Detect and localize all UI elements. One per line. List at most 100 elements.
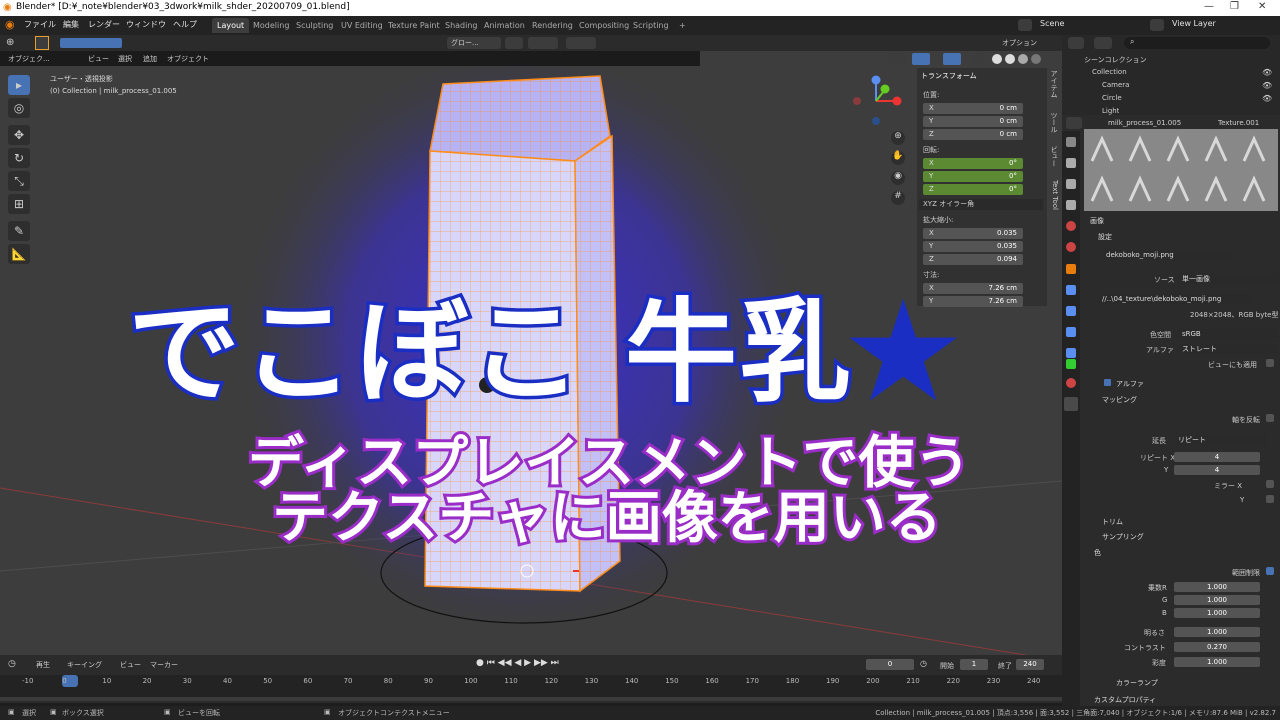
- gizmo-toggle-icon[interactable]: [912, 53, 930, 65]
- image-filepath-input[interactable]: //..\04_texture\dekoboko_moji.png: [1098, 294, 1252, 304]
- orientation-dropdown[interactable]: グロー...: [447, 37, 501, 49]
- visibility-eye-icon[interactable]: 👁: [1262, 68, 1272, 77]
- outliner-editor-icon[interactable]: [1068, 37, 1084, 49]
- scale-y-field[interactable]: Y 0.035: [923, 241, 1023, 252]
- menu-edit[interactable]: 編集: [63, 19, 79, 30]
- alpha-section[interactable]: アルファ: [1116, 379, 1144, 389]
- texture-name[interactable]: Texture.001: [1218, 119, 1259, 127]
- repeat-y-field[interactable]: 4: [1174, 465, 1260, 475]
- view-as-render-checkbox[interactable]: [1266, 359, 1274, 367]
- location-y-field[interactable]: Y0 cm: [923, 116, 1023, 127]
- menu-help[interactable]: ヘルプ: [173, 19, 197, 30]
- menu-keying[interactable]: キーイング: [67, 660, 102, 670]
- close-button[interactable]: ✕: [1258, 1, 1266, 12]
- object-name[interactable]: milk_process_01.005: [1108, 119, 1181, 127]
- blender-menu-icon[interactable]: ◉: [5, 18, 15, 31]
- tab-compositing[interactable]: Compositing: [574, 18, 634, 33]
- location-z-field[interactable]: Z0 cm: [923, 129, 1023, 140]
- transform-section-title[interactable]: トランスフォーム: [921, 71, 977, 81]
- camera-view-icon[interactable]: ◉: [891, 171, 905, 185]
- view-layer-tab-icon[interactable]: [1066, 200, 1076, 210]
- timeline-editor-icon[interactable]: ◷: [8, 659, 16, 669]
- clamp-checkbox[interactable]: [1266, 567, 1274, 575]
- clock-icon[interactable]: ◷: [920, 659, 927, 668]
- saturation-field[interactable]: 1.000: [1174, 657, 1260, 667]
- annotate-tool[interactable]: ✎: [8, 221, 30, 241]
- tab-uv-editing[interactable]: UV Editing: [336, 18, 388, 33]
- modifiers-tab-icon[interactable]: [1066, 285, 1076, 295]
- rotation-z-field[interactable]: Z 0°: [923, 184, 1023, 195]
- object-tab-icon[interactable]: [1066, 264, 1076, 274]
- rendered-shading-icon[interactable]: [1031, 54, 1041, 64]
- crop-section[interactable]: トリム: [1102, 517, 1123, 527]
- rotation-mode-dropdown[interactable]: XYZ オイラー角: [919, 199, 1043, 210]
- rotate-tool[interactable]: ↻: [8, 148, 30, 168]
- pan-hand-icon[interactable]: ✋: [891, 151, 905, 165]
- view-layer-name[interactable]: View Layer: [1172, 19, 1216, 28]
- menu-window[interactable]: ウィンドウ: [126, 19, 166, 30]
- menu-marker[interactable]: マーカー: [150, 660, 178, 670]
- contrast-field[interactable]: 0.270: [1174, 642, 1260, 652]
- brightness-field[interactable]: 1.000: [1174, 627, 1260, 637]
- rotation-y-field[interactable]: Y 0°: [923, 171, 1023, 182]
- world-tab-icon[interactable]: [1066, 242, 1076, 252]
- outliner-search-icon[interactable]: ⌕: [1124, 37, 1270, 49]
- scene-icon[interactable]: [1018, 19, 1032, 31]
- start-frame-field[interactable]: 1: [960, 659, 988, 670]
- mode-dropdown[interactable]: オブジェク...: [8, 54, 50, 64]
- repeat-x-field[interactable]: 4: [1174, 452, 1260, 462]
- view-layer-icon[interactable]: [1150, 19, 1164, 31]
- mirror-x-checkbox[interactable]: [1266, 480, 1274, 488]
- minimize-button[interactable]: —: [1204, 1, 1214, 12]
- wireframe-shading-icon[interactable]: [992, 54, 1002, 64]
- multiply-r-field[interactable]: 1.000: [1174, 582, 1260, 592]
- select-box-tool[interactable]: ▸: [8, 75, 30, 95]
- outliner-item-light[interactable]: Light: [1102, 107, 1119, 115]
- menu-timeline-view[interactable]: ビュー: [120, 660, 141, 670]
- multiply-b-field[interactable]: 1.000: [1174, 608, 1260, 618]
- tab-text-tool[interactable]: Text Tool: [1047, 180, 1059, 210]
- tab-scripting[interactable]: Scripting: [628, 18, 674, 33]
- mirror-y-checkbox[interactable]: [1266, 495, 1274, 503]
- visibility-eye-icon[interactable]: 👁: [1262, 94, 1272, 103]
- sampling-section[interactable]: サンプリング: [1102, 532, 1144, 542]
- material-tab-icon[interactable]: [1066, 378, 1076, 388]
- source-dropdown[interactable]: 単一画像: [1178, 274, 1278, 284]
- display-mode-icon[interactable]: [1094, 37, 1112, 49]
- tab-view[interactable]: ビュー: [1047, 146, 1059, 167]
- settings-subsection[interactable]: 設定: [1098, 232, 1112, 242]
- menu-file[interactable]: ファイル: [24, 19, 56, 30]
- menu-view[interactable]: ビュー: [88, 54, 109, 64]
- tab-sculpting[interactable]: Sculpting: [291, 18, 338, 33]
- physics-tab-icon[interactable]: [1066, 327, 1076, 337]
- snap-icon[interactable]: [528, 37, 558, 49]
- colors-section[interactable]: 色: [1094, 548, 1101, 558]
- end-frame-field[interactable]: 240: [1016, 659, 1044, 670]
- data-tab-icon[interactable]: [1066, 359, 1076, 369]
- proportional-edit-icon[interactable]: [566, 37, 596, 49]
- outliner-item-camera[interactable]: Camera: [1102, 81, 1129, 89]
- scene-tab-icon[interactable]: [1066, 221, 1076, 231]
- ortho-grid-icon[interactable]: #: [891, 191, 905, 205]
- menu-render[interactable]: レンダー: [88, 19, 120, 30]
- solid-shading-icon[interactable]: [1005, 54, 1015, 64]
- scale-tool[interactable]: ⤡: [8, 171, 30, 191]
- options-dropdown[interactable]: オプション: [1002, 38, 1037, 48]
- extension-dropdown[interactable]: リピート: [1174, 435, 1268, 445]
- playback-controls[interactable]: ● ⏮ ◀◀ ◀ ▶ ▶▶ ⏭: [476, 658, 559, 668]
- render-tab-icon[interactable]: [1066, 158, 1076, 168]
- flip-axis-checkbox[interactable]: [1266, 414, 1274, 422]
- menu-object[interactable]: オブジェクト: [167, 54, 209, 64]
- select-mode-buttons[interactable]: [60, 38, 122, 48]
- scale-x-field[interactable]: X 0.035: [923, 228, 1023, 239]
- properties-editor-icon[interactable]: [1066, 117, 1082, 129]
- alpha-checkbox[interactable]: [1104, 379, 1111, 386]
- tab-rendering[interactable]: Rendering: [527, 18, 578, 33]
- alpha-mode-dropdown[interactable]: ストレート: [1178, 344, 1278, 354]
- custom-properties-section[interactable]: カスタムプロパティ: [1094, 695, 1156, 705]
- material-shading-icon[interactable]: [1018, 54, 1028, 64]
- zoom-icon[interactable]: ⊕: [891, 131, 905, 145]
- menu-playback[interactable]: 再生: [36, 660, 50, 670]
- visibility-icon[interactable]: [888, 53, 906, 65]
- move-tool[interactable]: ✥: [8, 125, 30, 145]
